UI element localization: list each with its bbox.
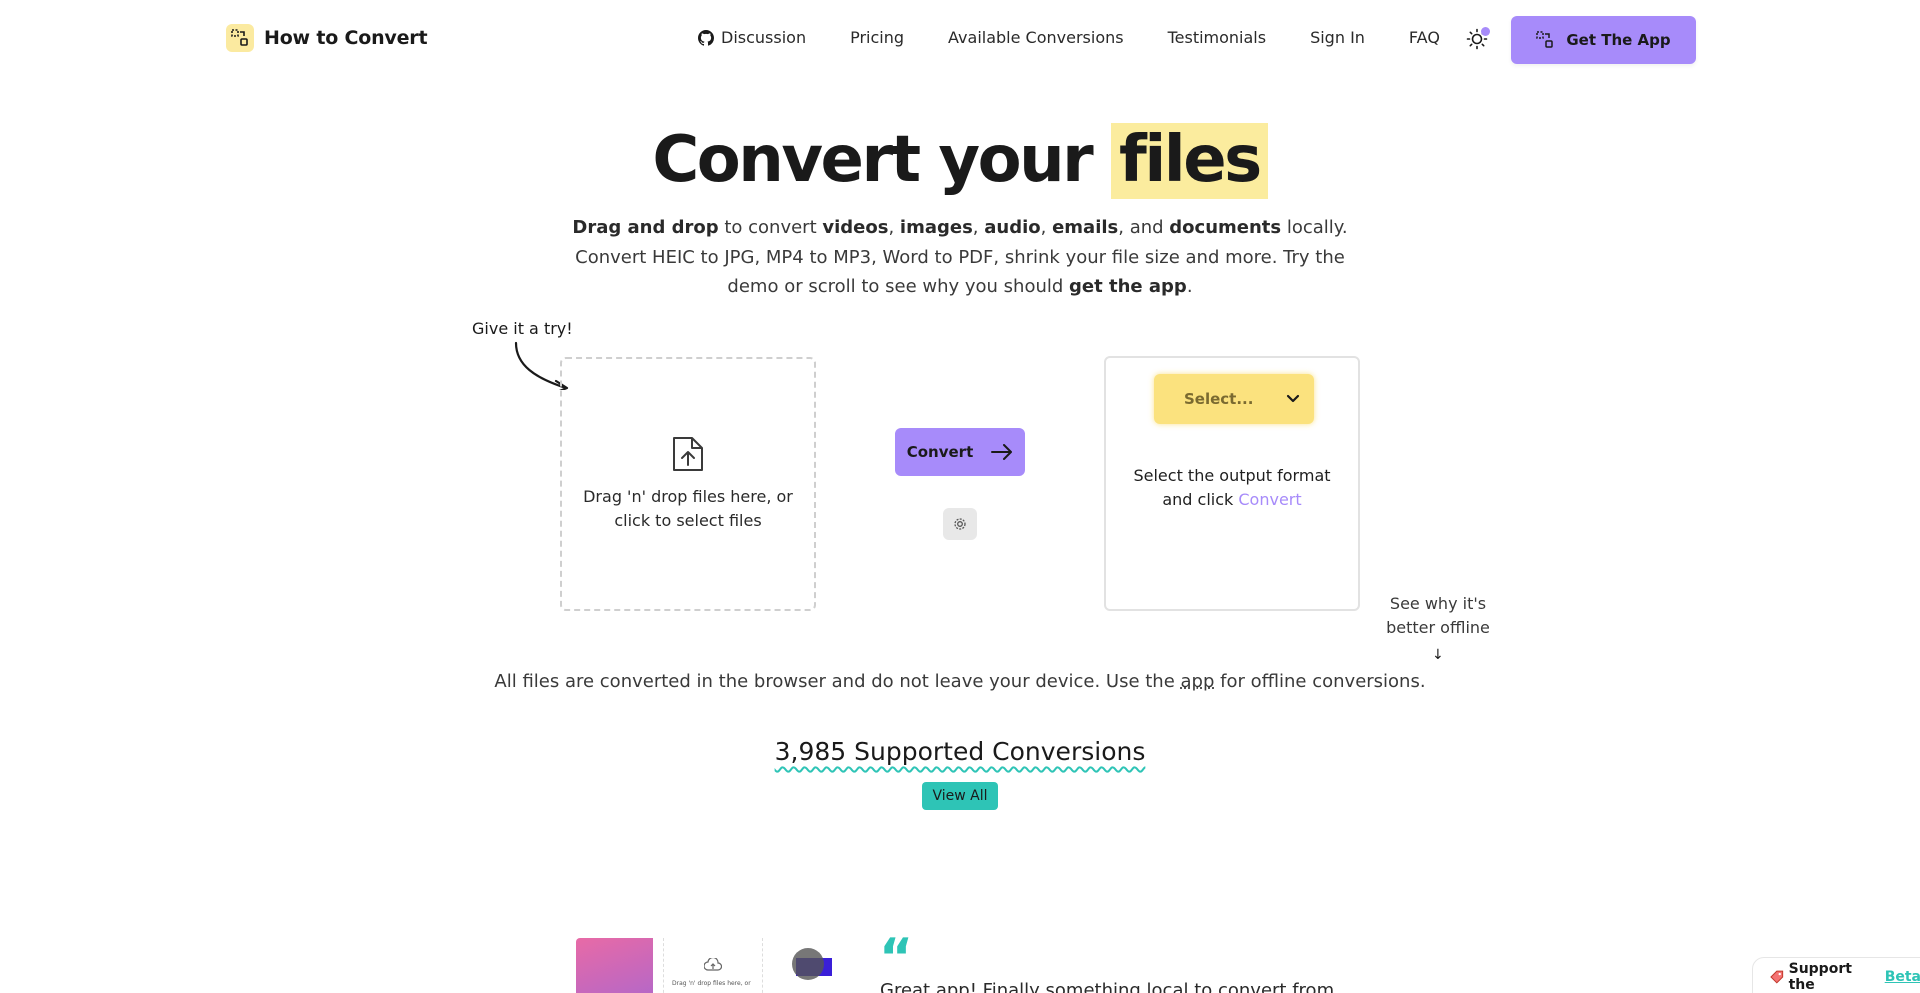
browser-note-text: for offline conversions. — [1214, 671, 1426, 692]
arrow-down-icon: ↓ — [1432, 647, 1444, 663]
nav-discussion-label: Discussion — [721, 28, 807, 47]
settings-button[interactable] — [943, 508, 977, 540]
sub-bold: audio — [984, 217, 1041, 238]
convert-logo-icon — [226, 24, 254, 52]
nav-testimonials-link[interactable]: Testimonials — [1168, 28, 1267, 47]
app-preview-image: Drag 'n' drop files here, or — [576, 938, 832, 993]
cloud-upload-icon — [704, 958, 722, 971]
preview-pink-panel — [576, 938, 653, 993]
quote-icon: “ — [879, 928, 914, 988]
sub-text: , — [1040, 217, 1053, 238]
sub-bold: Drag and drop — [572, 217, 719, 238]
nav-discussion-link[interactable]: Discussion — [698, 28, 806, 47]
convert-button[interactable]: Convert — [895, 428, 1025, 476]
get-app-button[interactable]: Get The App — [1511, 16, 1696, 64]
arrow-right-icon — [991, 444, 1013, 460]
offline-note[interactable]: See why it's better offline — [1370, 592, 1506, 640]
brand-name: How to Convert — [264, 27, 428, 49]
gear-icon — [954, 518, 966, 530]
sub-bold: emails — [1052, 217, 1119, 238]
file-dropzone[interactable]: Drag 'n' drop files here, or click to se… — [560, 357, 816, 611]
try-label: Give it a try! — [472, 319, 573, 338]
output-format-select[interactable]: Select... — [1154, 374, 1314, 424]
select-placeholder: Select... — [1184, 390, 1254, 408]
brand-link[interactable]: How to Convert — [226, 24, 428, 52]
preview-dropzone: Drag 'n' drop files here, or — [663, 938, 763, 993]
get-app-label: Get The App — [1566, 31, 1671, 49]
supported-conversions-count: 3,985 Supported Conversions — [774, 737, 1146, 766]
output-panel: Select... Select the output format and c… — [1104, 356, 1360, 611]
sub-text: , — [888, 217, 900, 238]
output-instructions: Select the output format and click Conve… — [1106, 464, 1358, 512]
sub-text: . — [1186, 276, 1193, 297]
dropzone-text: Drag 'n' drop files here, or click to se… — [583, 487, 793, 530]
nav-links: Discussion Pricing Available Conversions… — [698, 28, 1440, 47]
sub-text: , — [972, 217, 985, 238]
sub-text: , and — [1118, 217, 1170, 238]
tag-icon — [1770, 970, 1784, 984]
supported-conversions-heading: 3,985 Supported Conversions — [0, 737, 1920, 766]
sub-bold: videos — [822, 217, 889, 238]
github-icon — [698, 29, 714, 46]
nav-pricing-link[interactable]: Pricing — [850, 28, 904, 47]
file-upload-icon — [673, 437, 703, 471]
sub-bold: images — [899, 217, 973, 238]
preview-drop-text: Drag 'n' drop files here, or — [672, 980, 751, 987]
beta-link[interactable]: Beta — [1885, 969, 1920, 985]
chevron-down-icon — [1286, 394, 1300, 403]
sub-bold: get the app — [1069, 276, 1187, 297]
hero-title-highlight: files — [1110, 123, 1268, 199]
view-all-button[interactable]: View All — [922, 782, 998, 810]
output-convert-word: Convert — [1238, 490, 1302, 509]
hero-subtitle: Drag and drop to convert videos, images,… — [560, 213, 1360, 302]
sub-bold: documents — [1169, 217, 1282, 238]
theme-toggle-button[interactable] — [1466, 27, 1490, 50]
app-link[interactable]: app — [1181, 671, 1215, 692]
beta-text: Support the — [1788, 961, 1852, 993]
testimonial-text: Great app! Finally something local to co… — [880, 980, 1335, 993]
sub-text: to convert — [718, 217, 823, 238]
preview-avatar — [792, 948, 824, 980]
browser-note: All files are converted in the browser a… — [0, 671, 1920, 692]
notification-dot — [1481, 27, 1490, 36]
hero-title: Convert your files — [0, 120, 1920, 200]
nav-signin-link[interactable]: Sign In — [1310, 28, 1365, 47]
convert-icon — [1536, 31, 1554, 48]
nav-faq-link[interactable]: FAQ — [1409, 28, 1440, 47]
support-beta-badge[interactable]: Support the Beta — [1752, 957, 1920, 993]
top-nav: How to Convert Discussion Pricing Availa… — [0, 0, 1920, 80]
browser-note-text: All files are converted in the browser a… — [494, 671, 1181, 692]
hero-title-main: Convert your — [652, 123, 1111, 197]
convert-label: Convert — [906, 443, 974, 461]
nav-conversions-link[interactable]: Available Conversions — [948, 28, 1124, 47]
